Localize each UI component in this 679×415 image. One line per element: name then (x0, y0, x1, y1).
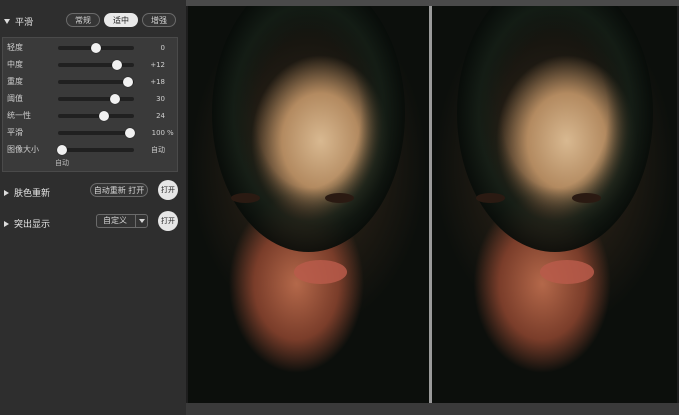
smooth-section-header[interactable]: 平滑 (4, 15, 33, 28)
slider-row-smooth: 平滑 100 % (3, 127, 179, 139)
chevron-down-icon[interactable] (139, 219, 145, 223)
slider-label: 中度 (7, 60, 23, 69)
slider-label: 阈值 (7, 94, 23, 103)
slider-knob[interactable] (98, 111, 109, 121)
slider-knob[interactable] (122, 77, 133, 87)
slider-label: 平滑 (7, 128, 23, 137)
photo-lips-shape (539, 260, 594, 284)
expand-arrow-icon[interactable] (4, 220, 9, 227)
slider-row-medium: 中度 +12 (3, 59, 179, 71)
highlight-mode-select[interactable]: 自定义 (96, 214, 148, 228)
highlight-section-header[interactable]: 突出显示 (4, 217, 50, 230)
preset-normal-button[interactable]: 常规 (66, 13, 100, 27)
select-divider (135, 215, 136, 227)
smooth-section-title: 平滑 (15, 18, 34, 28)
slider-track[interactable] (58, 77, 134, 87)
photo-eye-shape (571, 192, 602, 203)
slider-knob[interactable] (56, 145, 67, 155)
slider-row-light: 轻度 0 (3, 42, 179, 54)
slider-knob[interactable] (110, 94, 120, 104)
slider-value: 24 (156, 112, 165, 120)
after-preview-image[interactable] (432, 6, 677, 403)
slider-value: 自动 (151, 146, 165, 154)
slider-label: 图像大小 (7, 145, 39, 154)
slider-label: 统一性 (7, 111, 31, 120)
slider-knob[interactable] (91, 43, 101, 53)
collapse-arrow-icon[interactable] (4, 19, 10, 24)
skin-tone-toggle-button[interactable]: 打开 (158, 180, 178, 200)
highlight-toggle-button[interactable]: 打开 (158, 211, 178, 231)
preset-moderate-button[interactable]: 适中 (104, 13, 138, 27)
preview-bottom-bar (186, 403, 679, 415)
skin-tone-section-header[interactable]: 肤色重新 (4, 186, 50, 199)
slider-track[interactable] (58, 43, 134, 53)
slider-label: 轻度 (7, 43, 23, 52)
slider-value: 30 (156, 95, 165, 103)
slider-knob[interactable] (125, 128, 136, 138)
slider-label: 重度 (7, 77, 23, 86)
skin-tone-section-title: 肤色重新 (14, 189, 51, 199)
slider-row-image-size: 图像大小 自动 (3, 144, 179, 156)
smooth-sliders-box: 轻度 0 中度 +12 重度 +18 阈值 30 统一性 24 平滑 100 %… (2, 37, 178, 172)
slider-row-uniformity: 统一性 24 (3, 110, 179, 122)
slider-unit: % (167, 129, 174, 137)
slider-track[interactable] (58, 94, 134, 104)
highlight-mode-value: 自定义 (103, 216, 127, 225)
slider-value: 100 (151, 129, 165, 137)
slider-track[interactable] (58, 111, 134, 121)
preset-enhanced-button[interactable]: 增强 (142, 13, 176, 27)
slider-value: +18 (150, 78, 165, 86)
slider-value: 0 (160, 44, 165, 52)
slider-knob[interactable] (112, 60, 123, 70)
photo-eye-shape (231, 192, 261, 203)
slider-row-heavy: 重度 +18 (3, 76, 179, 88)
slider-value: +12 (150, 61, 165, 69)
slider-row-threshold: 阈值 30 (3, 93, 179, 105)
auto-caption: 自动 (55, 159, 69, 167)
slider-track[interactable] (58, 128, 136, 138)
before-preview-image[interactable] (188, 6, 429, 403)
photo-hair-shape (212, 6, 405, 253)
slider-track[interactable] (58, 60, 134, 70)
slider-track[interactable] (56, 145, 134, 155)
auto-skin-tone-button[interactable]: 自动重新 打开 (90, 183, 148, 197)
photo-eye-shape (476, 192, 506, 203)
photo-hair-shape (456, 6, 653, 253)
photo-lips-shape (294, 260, 348, 284)
photo-eye-shape (325, 192, 355, 203)
highlight-section-title: 突出显示 (14, 220, 51, 230)
expand-arrow-icon[interactable] (4, 189, 9, 196)
adjustment-panel: 平滑 常规 适中 增强 轻度 0 中度 +12 重度 +18 阈值 30 统一性… (0, 0, 186, 415)
